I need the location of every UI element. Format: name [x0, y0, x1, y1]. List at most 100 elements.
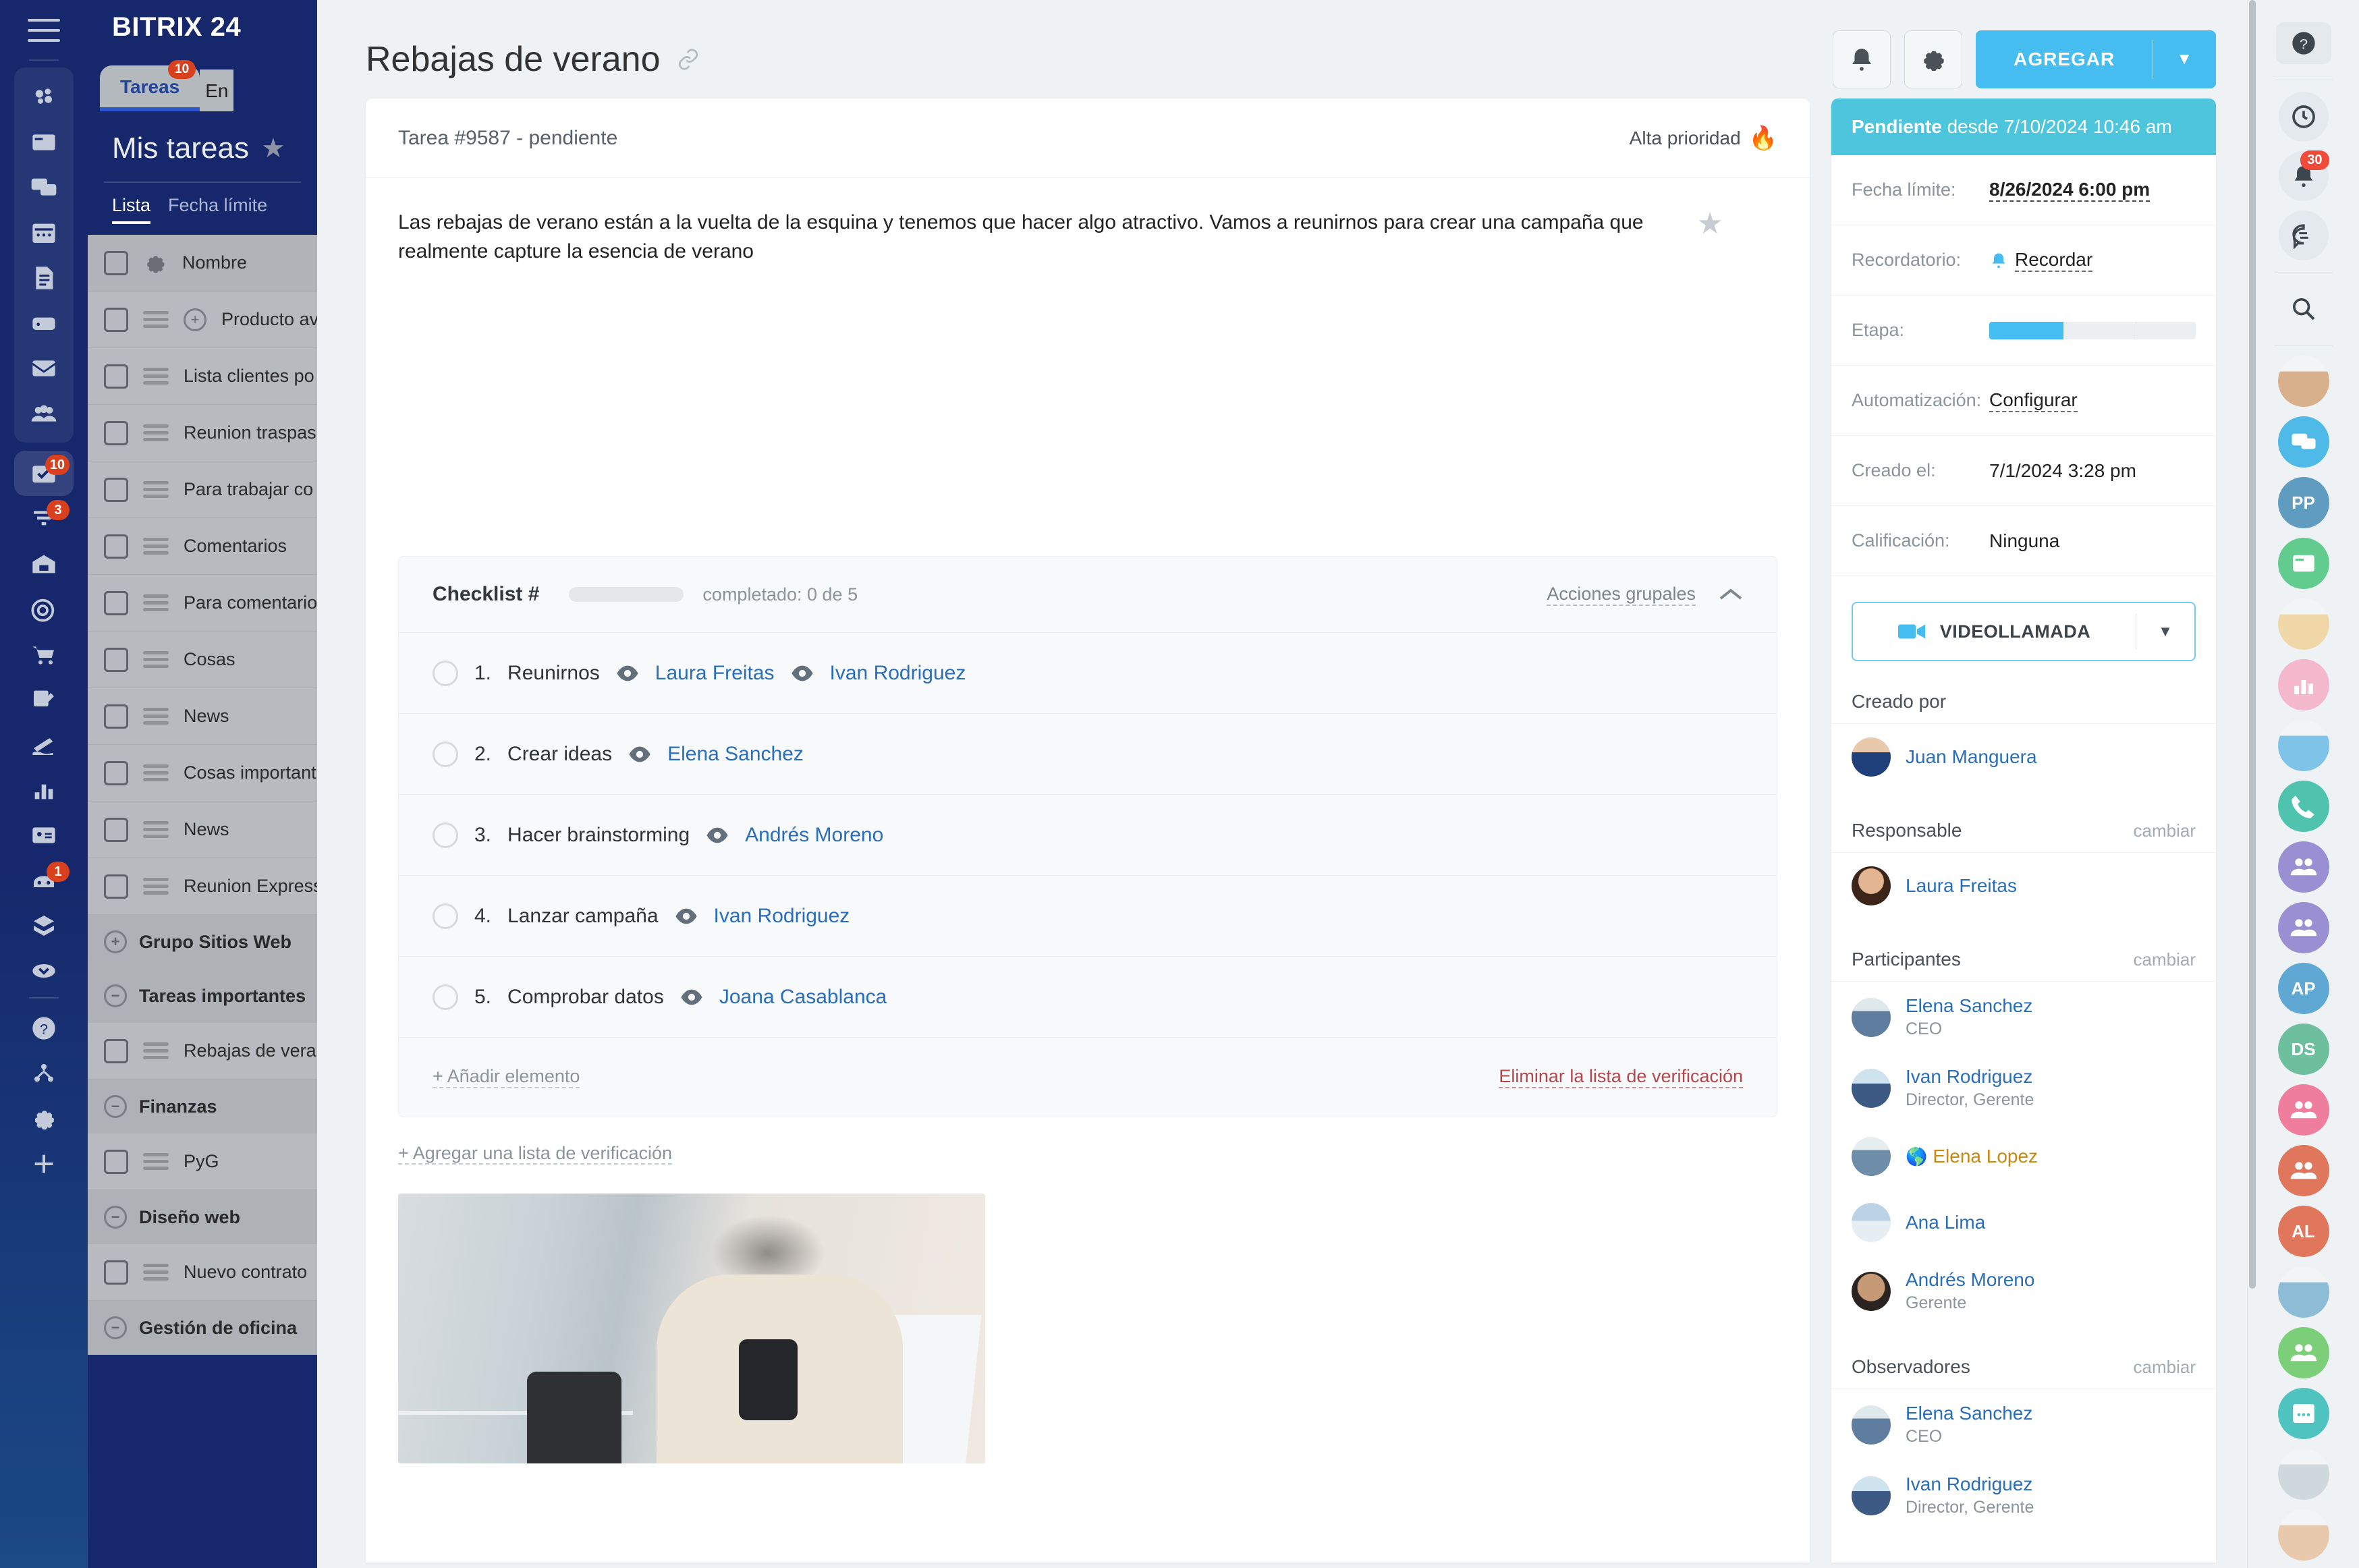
created-by-name[interactable]: Juan Manguera [1906, 746, 2037, 767]
responsible-person[interactable]: Laura Freitas [1831, 853, 2216, 919]
help-button[interactable]: ? [2273, 16, 2335, 70]
documents-icon[interactable] [14, 255, 74, 300]
participant-name[interactable]: Ana Lima [1906, 1212, 1985, 1233]
drag-grip-icon[interactable] [143, 481, 169, 498]
group-toggle-icon[interactable]: − [104, 1316, 127, 1339]
task-row[interactable]: + Producto avan [88, 291, 317, 348]
tasks-icon[interactable]: 10 [14, 451, 74, 496]
avatar-initials-al[interactable]: AL [2277, 1206, 2329, 1257]
tab-en[interactable]: En [200, 69, 234, 111]
row-checkbox[interactable] [104, 307, 128, 332]
column-settings-gear-icon[interactable] [143, 251, 167, 275]
participant-name[interactable]: Andrés Moreno [1906, 1269, 2034, 1290]
drag-grip-icon[interactable] [143, 311, 169, 328]
link-icon[interactable] [677, 48, 700, 71]
avatar-call-group[interactable] [2277, 781, 2329, 832]
task-star-icon[interactable]: ★ [1697, 202, 1723, 245]
mail-icon[interactable] [14, 345, 74, 391]
menu-burger-icon[interactable] [28, 19, 60, 42]
avatar-news-feed[interactable] [2277, 538, 2329, 589]
task-group-header[interactable]: − Finanzas [88, 1080, 317, 1133]
participant-name[interactable]: Elena Sanchez [1906, 995, 2032, 1016]
avatar-chat-group[interactable] [2277, 416, 2329, 468]
calendar-icon[interactable] [14, 210, 74, 255]
row-checkbox[interactable] [104, 1149, 128, 1174]
drag-grip-icon[interactable] [143, 878, 169, 895]
row-checkbox[interactable] [104, 647, 128, 672]
checklist-item[interactable]: 1. Reunirnos Laura Freitas Ivan Rodriguez [399, 632, 1777, 713]
task-group-header[interactable]: − Tareas importantes [88, 969, 317, 1023]
more-chevron-icon[interactable] [14, 948, 74, 993]
task-row[interactable]: Rebajas de vera [88, 1023, 317, 1080]
page-scrollbar[interactable] [2249, 0, 2256, 1289]
row-checkbox[interactable] [104, 477, 128, 502]
row-checkbox[interactable] [104, 364, 128, 389]
avatar-group-purple-1[interactable] [2277, 841, 2329, 893]
checklist-item-user[interactable]: Ivan Rodriguez [714, 905, 850, 928]
task-group-header[interactable]: − Diseño web [88, 1190, 317, 1244]
avatar-calendar-teal[interactable] [2277, 1388, 2329, 1439]
subtab-lista[interactable]: Lista [112, 195, 151, 224]
avatar-photo-woman-4[interactable] [2277, 1509, 2329, 1561]
task-row[interactable]: Cosas important [88, 745, 317, 802]
avatar-photo-woman-3[interactable] [2277, 1449, 2329, 1500]
avatar-group-pink[interactable] [2277, 1084, 2329, 1136]
task-row[interactable]: Para comentario [88, 575, 317, 632]
delete-checklist-link[interactable]: Eliminar la lista de verificación [1499, 1066, 1743, 1089]
avatar-initials-ap[interactable]: AP [2277, 963, 2329, 1014]
drag-grip-icon[interactable] [143, 538, 169, 555]
drag-grip-icon[interactable] [143, 594, 169, 611]
row-checkbox[interactable] [104, 534, 128, 559]
task-row[interactable]: Reunion traspas [88, 405, 317, 461]
responsible-name[interactable]: Laura Freitas [1906, 875, 2017, 896]
participants-change-link[interactable]: cambiar [2134, 949, 2196, 970]
observers-change-link[interactable]: cambiar [2134, 1357, 2196, 1378]
videocall-button[interactable]: VIDEOLLAMADA ▼ [1852, 602, 2196, 661]
add-checklist-link[interactable]: + Agregar una lista de verificación [398, 1143, 672, 1165]
task-row[interactable]: Lista clientes po [88, 348, 317, 405]
add-icon[interactable] [14, 1141, 74, 1186]
row-checkbox[interactable] [104, 874, 128, 899]
chat-icon[interactable] [14, 165, 74, 210]
checklist-item-user[interactable]: Andrés Moreno [745, 824, 883, 847]
participant-name[interactable]: 🌎 Elena Lopez [1906, 1146, 2038, 1167]
drag-grip-icon[interactable] [143, 651, 169, 668]
add-button[interactable]: AGREGAR ▼ [1976, 30, 2216, 88]
group-actions-link[interactable]: Acciones grupales [1547, 584, 1696, 606]
crm-card-icon[interactable] [14, 119, 74, 165]
sitemap-icon[interactable] [14, 1051, 74, 1096]
help-icon[interactable]: ? [14, 1005, 74, 1051]
checklist-item-user[interactable]: Laura Freitas [655, 662, 775, 685]
company-icon[interactable] [14, 541, 74, 586]
drag-grip-icon[interactable] [143, 1264, 169, 1281]
task-row[interactable]: PyG [88, 1133, 317, 1190]
avatar-photo-woman-2[interactable] [2277, 598, 2329, 650]
participant-name[interactable]: Ivan Rodriguez [1906, 1066, 2032, 1087]
expand-icon[interactable]: + [184, 308, 206, 331]
select-all-checkbox[interactable] [104, 250, 128, 275]
checklist-item[interactable]: 4. Lanzar campaña Ivan Rodriguez [399, 875, 1777, 956]
group-icon[interactable] [14, 391, 74, 436]
avatar-photo-man-2[interactable] [2277, 1266, 2329, 1318]
subtab-fecha-limite[interactable]: Fecha límite [168, 195, 267, 224]
row-checkbox[interactable] [104, 817, 128, 842]
search-button[interactable] [2273, 282, 2335, 336]
market-box-icon[interactable] [14, 903, 74, 948]
avatar-group-orange[interactable] [2277, 1145, 2329, 1196]
checklist-item-checkbox[interactable] [433, 984, 458, 1010]
checklist-item[interactable]: 3. Hacer brainstorming Andrés Moreno [399, 794, 1777, 875]
row-checkbox[interactable] [104, 760, 128, 785]
drag-grip-icon[interactable] [143, 1042, 169, 1059]
drive-icon[interactable] [14, 300, 74, 345]
signature-icon[interactable] [14, 677, 74, 722]
drag-grip-icon[interactable] [143, 764, 169, 781]
analytics-icon[interactable] [14, 767, 74, 812]
group-toggle-icon[interactable]: − [104, 1206, 127, 1229]
task-row[interactable]: News [88, 688, 317, 745]
field-value[interactable]: Configurar [1989, 389, 2078, 412]
drag-grip-icon[interactable] [143, 821, 169, 838]
checklist-item-checkbox[interactable] [433, 903, 458, 929]
task-row[interactable]: Reunion Express [88, 858, 317, 915]
row-checkbox[interactable] [104, 704, 128, 729]
observer-name[interactable]: Ivan Rodriguez [1906, 1474, 2032, 1494]
